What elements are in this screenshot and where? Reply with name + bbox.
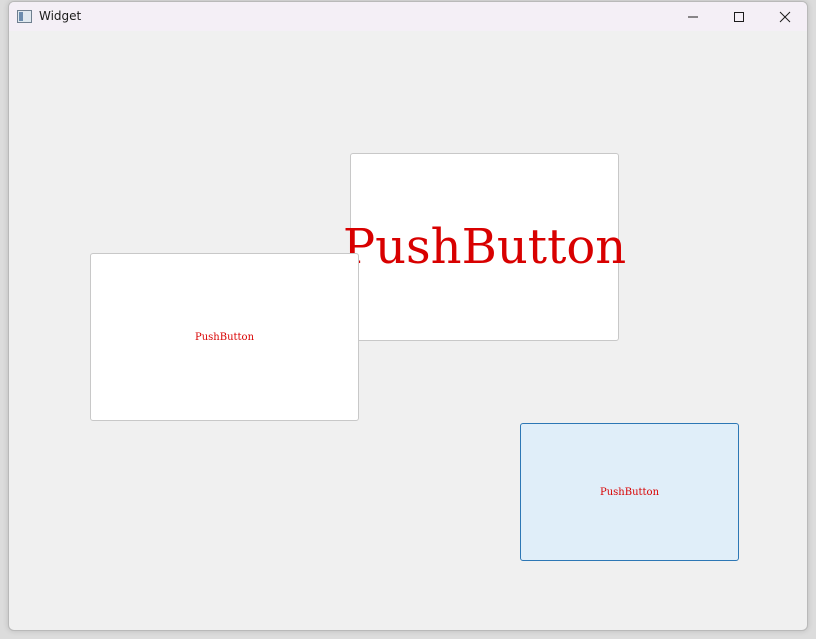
push-button-hovered[interactable]: PushButton bbox=[520, 423, 739, 561]
minimize-button[interactable] bbox=[670, 2, 716, 31]
push-button-label: PushButton bbox=[194, 331, 255, 343]
maximize-button[interactable] bbox=[716, 2, 762, 31]
push-button-large[interactable]: PushButton bbox=[343, 153, 626, 341]
title-bar[interactable]: Widget bbox=[9, 2, 807, 31]
window-title: Widget bbox=[39, 9, 82, 23]
push-button-label: PushButton bbox=[599, 486, 660, 498]
app-window: Widget PushButton PushButton PushButton bbox=[8, 1, 808, 631]
push-button-label: PushButton bbox=[342, 219, 627, 275]
close-button[interactable] bbox=[762, 2, 807, 31]
close-icon bbox=[779, 11, 791, 22]
minimize-icon bbox=[688, 16, 698, 17]
push-button-small[interactable]: PushButton bbox=[90, 253, 359, 421]
maximize-icon bbox=[734, 11, 744, 22]
app-window-icon bbox=[17, 10, 32, 23]
